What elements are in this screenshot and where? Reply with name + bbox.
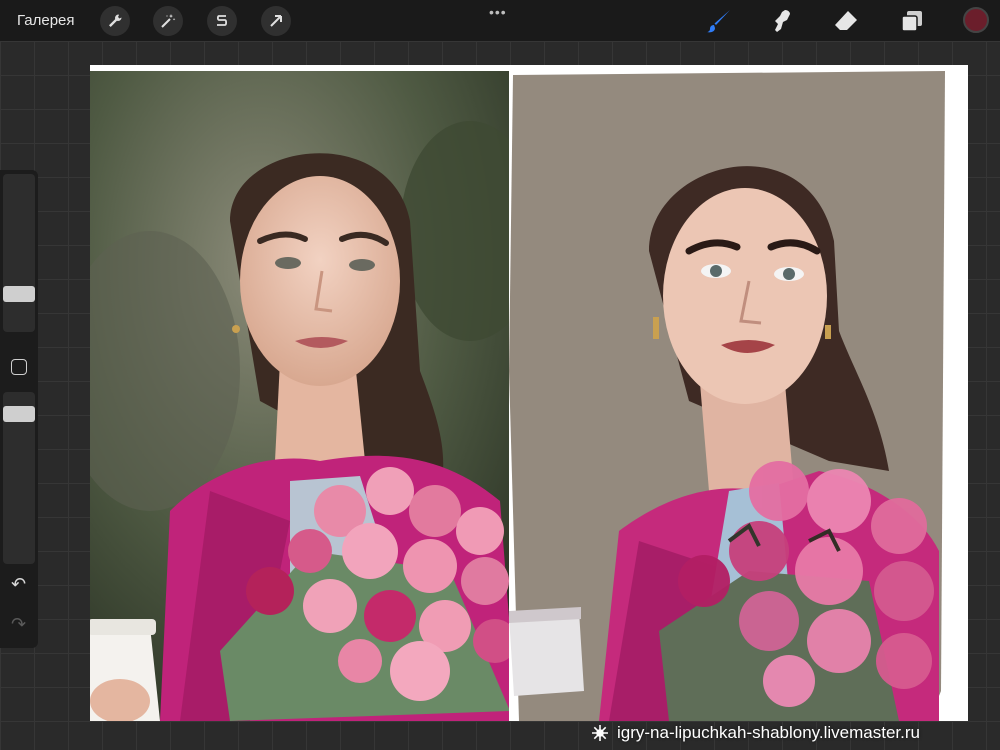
more-options-icon[interactable]: ••• bbox=[489, 4, 507, 20]
top-toolbar: Галерея ••• bbox=[0, 0, 1000, 41]
drawing-canvas[interactable] bbox=[90, 65, 968, 721]
modify-button[interactable] bbox=[11, 359, 27, 375]
color-picker-button[interactable] bbox=[963, 7, 989, 33]
brush-size-slider[interactable] bbox=[3, 174, 35, 332]
snowflake-icon bbox=[592, 725, 608, 741]
eraser-icon[interactable] bbox=[832, 7, 860, 35]
undo-button[interactable]: ↶ bbox=[11, 574, 26, 595]
actions-wrench-icon[interactable] bbox=[100, 6, 130, 36]
gallery-button[interactable]: Галерея bbox=[17, 12, 75, 29]
adjustments-magic-wand-icon[interactable] bbox=[153, 6, 183, 36]
digital-painting bbox=[509, 71, 949, 721]
transform-arrow-icon[interactable] bbox=[261, 6, 291, 36]
opacity-slider-thumb[interactable] bbox=[3, 406, 35, 422]
reference-photo bbox=[90, 71, 517, 721]
selection-icon[interactable] bbox=[207, 6, 237, 36]
layers-icon[interactable] bbox=[898, 7, 926, 35]
brush-icon[interactable] bbox=[705, 7, 733, 35]
watermark: igry-na-lipuchkah-shablony.livemaster.ru bbox=[583, 722, 928, 744]
watermark-text: igry-na-lipuchkah-shablony.livemaster.ru bbox=[617, 723, 920, 742]
left-sidebar: ↶ ↷ bbox=[0, 170, 38, 648]
brush-size-slider-thumb[interactable] bbox=[3, 286, 35, 302]
redo-button[interactable]: ↷ bbox=[11, 614, 26, 635]
smudge-icon[interactable] bbox=[768, 7, 796, 35]
